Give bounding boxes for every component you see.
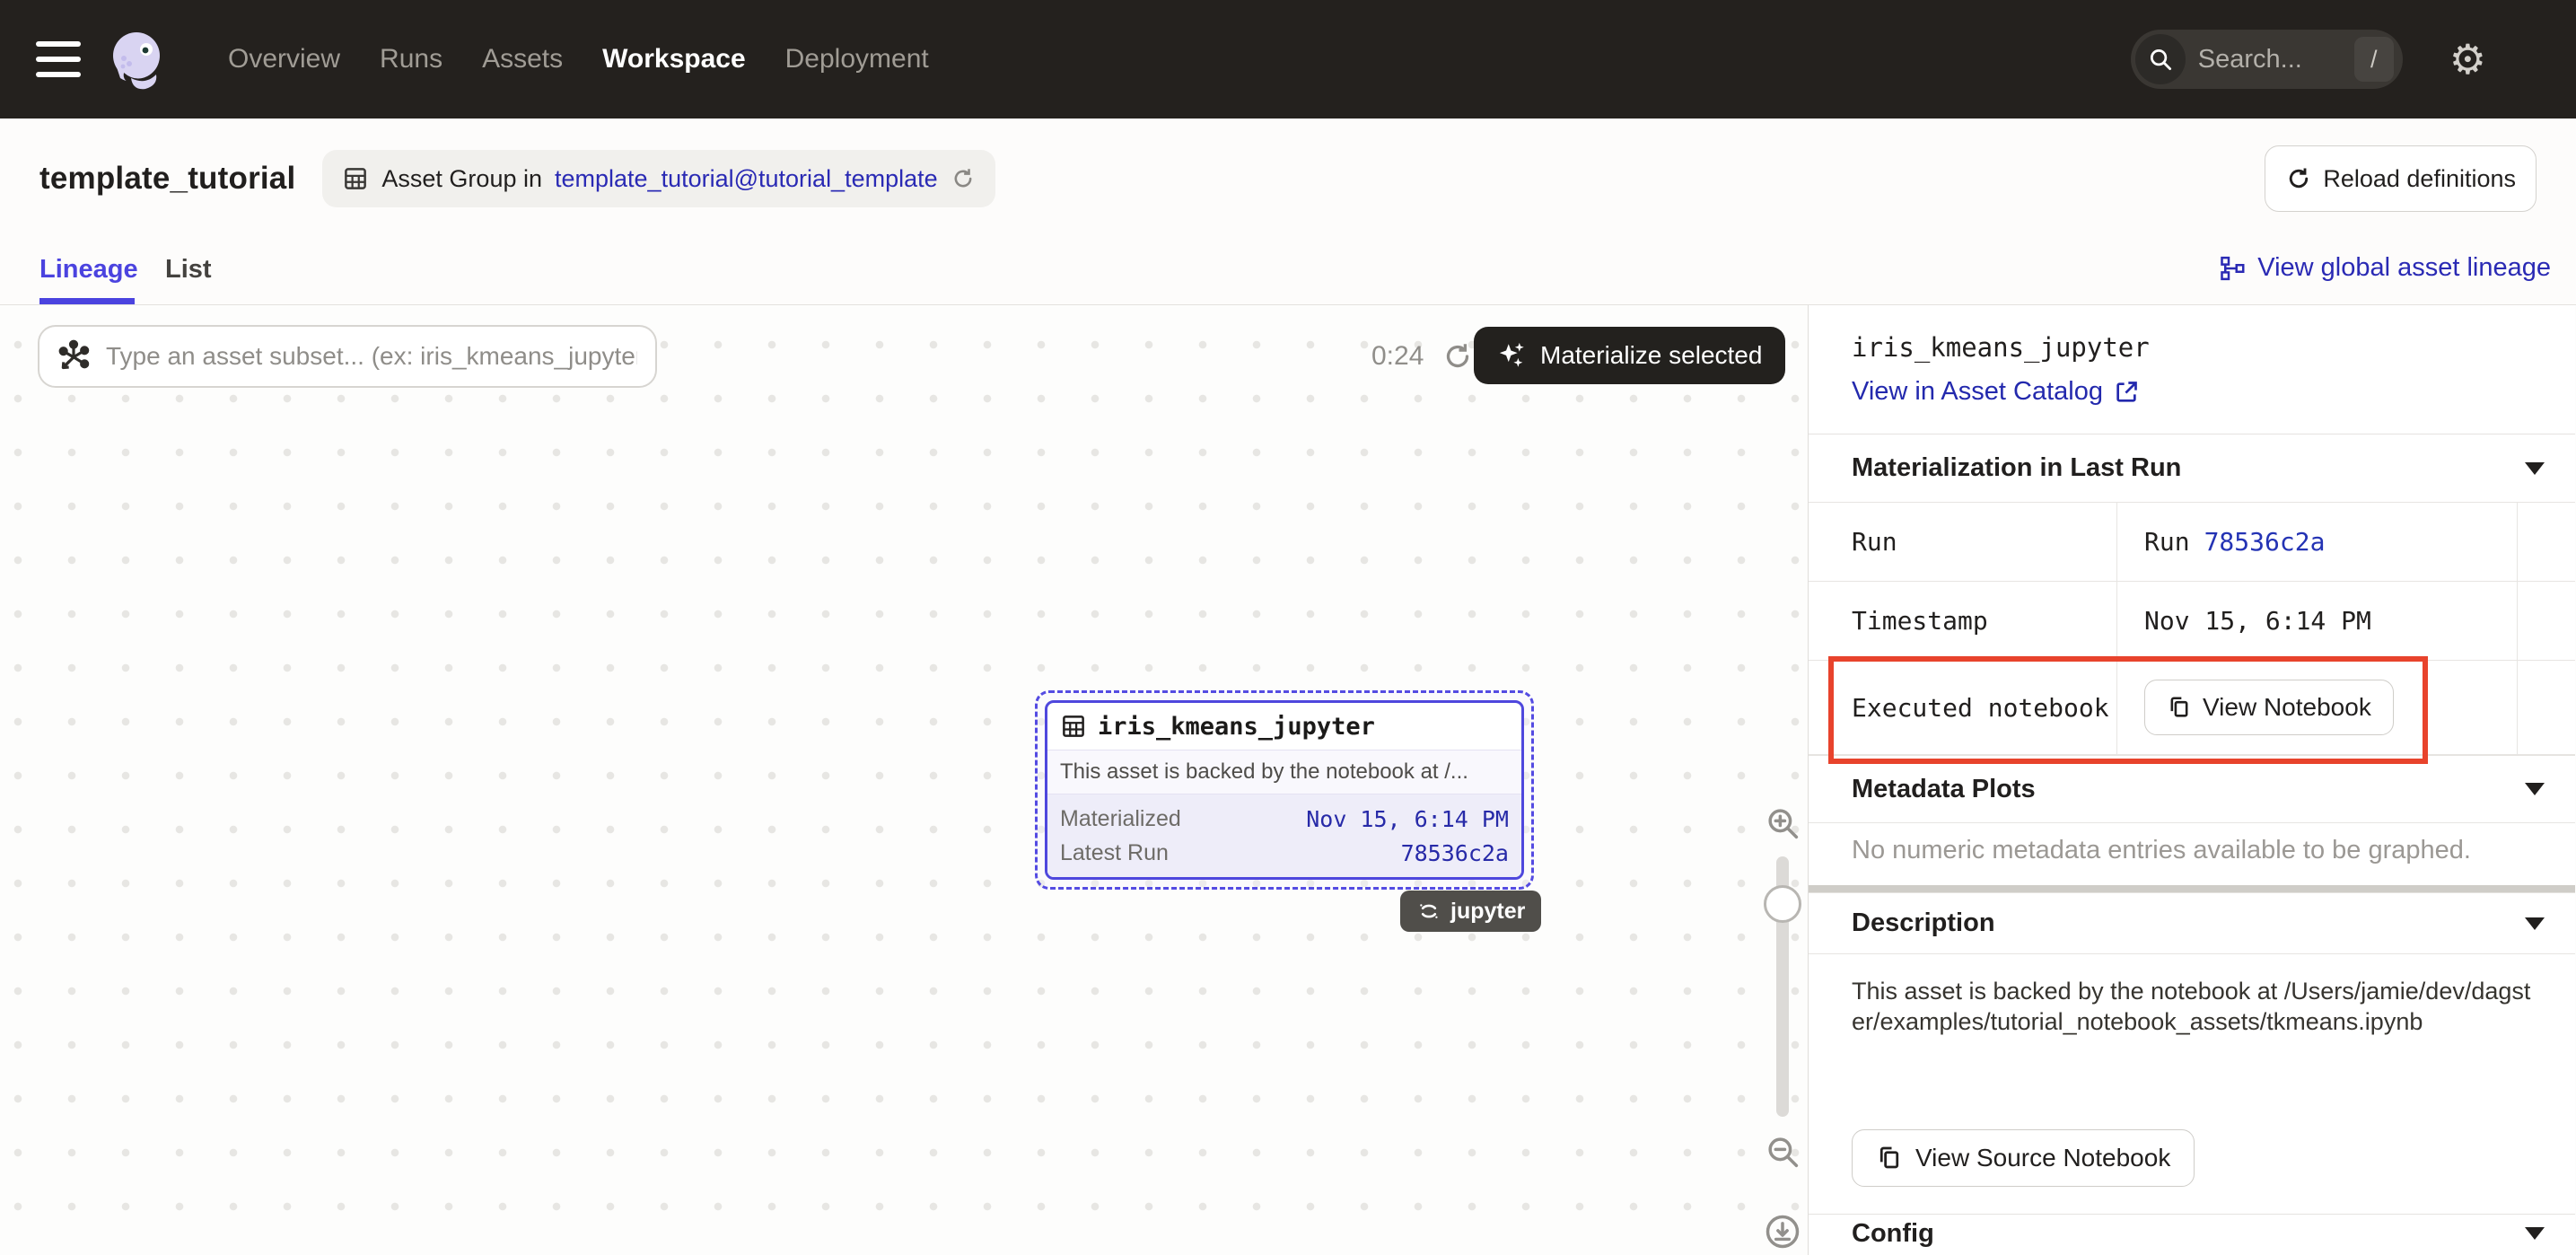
nav-item-deployment[interactable]: Deployment (785, 44, 929, 75)
materialize-selected-label: Materialize selected (1540, 341, 1762, 370)
asset-group-label: Asset Group in (381, 165, 542, 193)
run-row-value: Run 78536c2a (2117, 503, 2518, 582)
reload-icon (2285, 165, 2312, 192)
tabs-row: Lineage List View global asset lineage (0, 233, 2576, 304)
run-value-prefix: Run (2144, 527, 2190, 557)
search-icon (2135, 34, 2186, 84)
notebook-copy-icon (2167, 695, 2192, 720)
latest-run-value[interactable]: 78536c2a (1401, 840, 1509, 866)
page-title: template_tutorial (39, 161, 295, 197)
dagster-logo-icon[interactable] (104, 26, 171, 92)
materialized-label: Materialized (1060, 806, 1181, 832)
jupyter-icon (1416, 899, 1441, 924)
refresh-timer: 0:24 (1371, 341, 1424, 372)
view-in-asset-catalog-link[interactable]: View in Asset Catalog (1852, 377, 2139, 407)
panel-asset-title: iris_kmeans_jupyter (1852, 332, 2575, 363)
timestamp-row-label: Timestamp (1809, 582, 2117, 661)
materialized-value[interactable]: Nov 15, 6:14 PM (1306, 806, 1509, 832)
sparkle-icon (1497, 340, 1528, 371)
search-shortcut-badge: / (2354, 37, 2394, 82)
table-icon (1060, 713, 1087, 740)
nav-items: Overview Runs Assets Workspace Deploymen… (228, 44, 929, 75)
materialize-selected-button[interactable]: Materialize selected (1474, 327, 1785, 384)
gear-icon[interactable]: ⚙ (2449, 39, 2486, 80)
nav-item-overview[interactable]: Overview (228, 44, 340, 75)
view-global-asset-lineage-label: View global asset lineage (2257, 253, 2551, 283)
section-metadata-plots-title: Metadata Plots (1852, 775, 2036, 804)
run-row-label: Run (1809, 503, 2117, 582)
run-row-extra (2518, 503, 2575, 582)
section-config[interactable]: Config (1809, 1214, 2575, 1252)
view-source-notebook-label: View Source Notebook (1915, 1144, 2170, 1172)
view-source-notebook-button[interactable]: View Source Notebook (1852, 1129, 2195, 1187)
asset-group-badge: Asset Group in template_tutorial@tutoria… (322, 150, 994, 207)
panel-splitter[interactable] (1809, 885, 2575, 892)
timestamp-row-extra (2518, 582, 2575, 661)
caret-down-icon (2525, 917, 2545, 930)
asset-node-stats: Materialized Nov 15, 6:14 PM Latest Run … (1047, 794, 1521, 877)
asset-detail-panel: iris_kmeans_jupyter View in Asset Catalo… (1809, 305, 2575, 1255)
metadata-plots-empty-message: No numeric metadata entries available to… (1809, 822, 2575, 885)
active-tab-underline (39, 298, 135, 304)
hamburger-menu-icon[interactable] (36, 41, 81, 77)
view-in-asset-catalog-label: View in Asset Catalog (1852, 377, 2103, 407)
section-config-title: Config (1852, 1219, 1934, 1249)
materialization-table: Run Run 78536c2a Timestamp Nov 15, 6:14 … (1809, 502, 2575, 755)
tab-list[interactable]: List (165, 255, 212, 285)
asset-node[interactable]: iris_kmeans_jupyter This asset is backed… (1045, 700, 1524, 880)
asset-node-name: iris_kmeans_jupyter (1098, 713, 1375, 741)
caret-down-icon (2525, 1227, 2545, 1240)
zoom-in-icon[interactable] (1764, 804, 1801, 842)
section-materialization-last-run[interactable]: Materialization in Last Run (1809, 434, 2575, 502)
asset-graph-canvas[interactable]: 0:24 Materialize selected (0, 305, 1809, 1255)
section-materialization-title: Materialization in Last Run (1852, 453, 2181, 483)
description-text: This asset is backed by the notebook at … (1809, 953, 2575, 1124)
asset-group-link[interactable]: template_tutorial@tutorial_template (555, 165, 938, 193)
external-link-icon (2114, 380, 2139, 405)
zoom-controls (1750, 804, 1815, 1251)
nav-item-workspace[interactable]: Workspace (602, 44, 746, 75)
asset-node-selection[interactable]: iris_kmeans_jupyter This asset is backed… (1035, 690, 1534, 890)
run-id-link[interactable]: 78536c2a (2204, 527, 2326, 557)
page-header: template_tutorial Asset Group in templat… (0, 118, 2576, 305)
refresh-graph-icon[interactable] (1441, 340, 1474, 373)
nav-item-runs[interactable]: Runs (380, 44, 442, 75)
executed-notebook-row-extra (2518, 661, 2575, 755)
refresh-icon[interactable] (951, 166, 976, 191)
asset-node-description: This asset is backed by the notebook at … (1047, 750, 1521, 794)
executed-notebook-row-label: Executed notebook (1809, 661, 2117, 755)
download-graph-icon[interactable] (1763, 1212, 1802, 1251)
tab-lineage[interactable]: Lineage (39, 255, 138, 285)
reload-definitions-label: Reload definitions (2323, 165, 2516, 193)
graph-selector-icon (56, 338, 92, 374)
nav-item-assets[interactable]: Assets (482, 44, 563, 75)
kind-tag-label: jupyter (1450, 899, 1525, 925)
caret-down-icon (2525, 783, 2545, 795)
section-metadata-plots[interactable]: Metadata Plots (1809, 755, 2575, 822)
view-global-asset-lineage-link[interactable]: View global asset lineage (2220, 253, 2551, 283)
notebook-copy-icon (1876, 1145, 1903, 1172)
asset-subset-input[interactable] (38, 325, 657, 388)
timestamp-row-value: Nov 15, 6:14 PM (2117, 582, 2518, 661)
executed-notebook-row-value: View Notebook (2117, 661, 2518, 755)
section-description[interactable]: Description (1809, 892, 2575, 953)
zoom-slider-handle[interactable] (1764, 885, 1801, 923)
top-nav: Overview Runs Assets Workspace Deploymen… (0, 0, 2576, 118)
asset-group-icon (342, 165, 369, 192)
caret-down-icon (2525, 462, 2545, 475)
section-description-title: Description (1852, 908, 1995, 938)
zoom-slider[interactable] (1776, 856, 1789, 1117)
view-notebook-label: View Notebook (2203, 693, 2371, 722)
reload-definitions-button[interactable]: Reload definitions (2265, 145, 2537, 212)
asset-subset-text-field[interactable] (104, 341, 639, 372)
search-placeholder: Search... (2198, 45, 2354, 75)
latest-run-label: Latest Run (1060, 840, 1169, 866)
lineage-graph-icon (2220, 255, 2247, 282)
zoom-out-icon[interactable] (1764, 1133, 1801, 1171)
search-input[interactable]: Search... / (2131, 30, 2403, 89)
kind-tag-jupyter[interactable]: jupyter (1400, 891, 1541, 932)
view-notebook-button[interactable]: View Notebook (2144, 680, 2394, 735)
